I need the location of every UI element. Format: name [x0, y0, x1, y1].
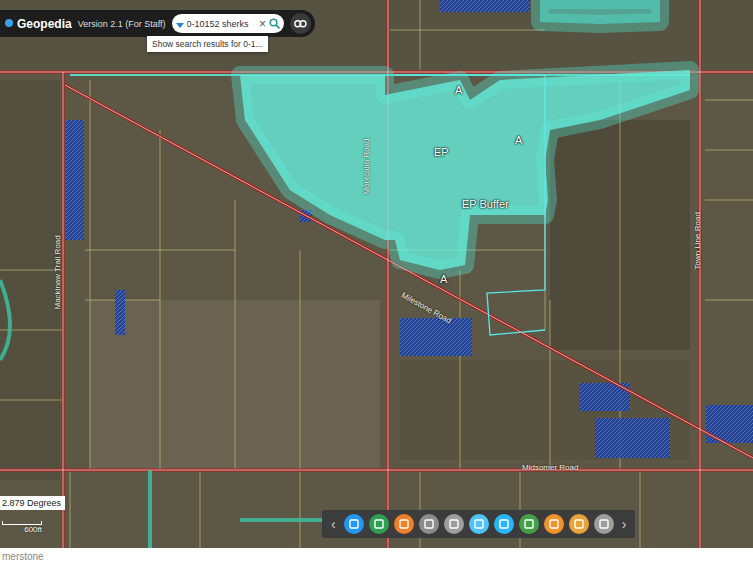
app-name: Geopedia [17, 17, 72, 31]
tool-button-icon[interactable] [494, 514, 514, 534]
road-label: Montcalm Road [362, 138, 371, 194]
road-label: Town Line Road [693, 212, 702, 269]
clear-button[interactable]: × [259, 17, 266, 31]
search-box[interactable]: × [172, 14, 284, 33]
tool-bar: ‹› [322, 510, 635, 538]
scale-bar: 600ft [2, 521, 42, 534]
scale-line [2, 521, 42, 525]
prev-button[interactable]: ‹ [328, 516, 339, 532]
map-label: A [440, 273, 447, 285]
tool-button-icon[interactable] [594, 514, 614, 534]
tool-button-icon[interactable] [369, 514, 389, 534]
map-label: A [515, 134, 522, 146]
tool-button-icon[interactable] [419, 514, 439, 534]
map-label: EP Buffer [462, 198, 509, 210]
top-bar: Geopedia Version 2.1 (For Staff) × [0, 10, 315, 37]
link-icon[interactable] [290, 13, 311, 34]
tool-button-icon[interactable] [519, 514, 539, 534]
tool-button-icon[interactable] [444, 514, 464, 534]
scale-distance: 600ft [24, 525, 42, 534]
tool-button-icon[interactable] [469, 514, 489, 534]
map-canvas[interactable]: EPEP BufferAAAMontcalm RoadMilestone Roa… [0, 0, 753, 548]
logo-icon [4, 17, 14, 31]
road-label: Midsomer Road [522, 463, 578, 472]
version-label: Version 2.1 (For Staff) [78, 19, 166, 29]
geopedia-app: EPEP BufferAAAMontcalm RoadMilestone Roa… [0, 0, 753, 565]
rotation-readout: 2.879 Degrees [0, 496, 65, 510]
tool-button-icon[interactable] [544, 514, 564, 534]
next-button[interactable]: › [619, 516, 630, 532]
tool-button-icon[interactable] [569, 514, 589, 534]
app-logo[interactable]: Geopedia [4, 17, 72, 31]
map-label: A [455, 84, 462, 96]
road-label: Mackinaw Trail Road [53, 235, 62, 309]
dropdown-icon[interactable] [176, 15, 184, 33]
search-suggestion[interactable]: Show search results for 0-1... [147, 36, 268, 52]
search-icon[interactable] [269, 15, 280, 33]
footer-text: merstone [0, 548, 753, 565]
map-label: EP [434, 146, 449, 158]
search-input[interactable] [187, 19, 256, 29]
tool-button-icon[interactable] [394, 514, 414, 534]
tool-button-icon[interactable] [344, 514, 364, 534]
